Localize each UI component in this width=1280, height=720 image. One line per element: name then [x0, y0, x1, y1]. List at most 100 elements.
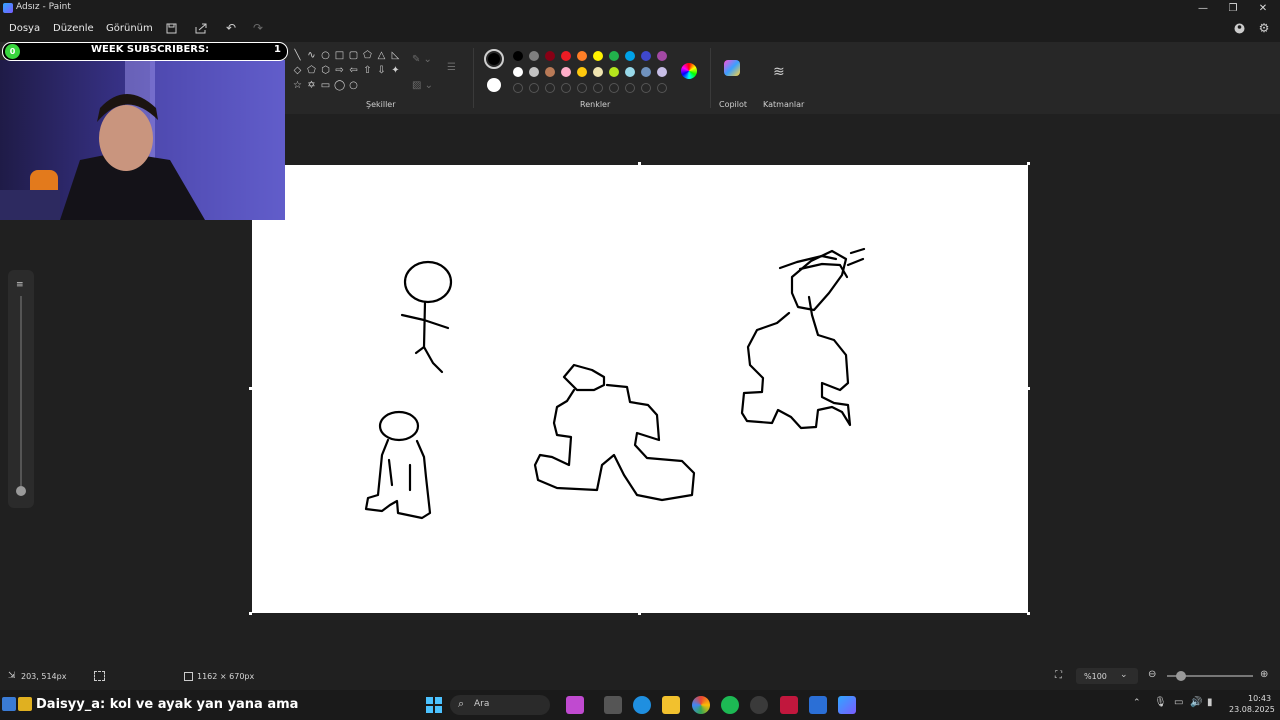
color-swatch[interactable]: [657, 51, 667, 61]
color-swatch[interactable]: [625, 67, 635, 77]
color-swatch[interactable]: [545, 67, 555, 77]
resize-handle-right[interactable]: [1027, 387, 1030, 390]
hexagon-shape-icon[interactable]: ⬡: [320, 65, 331, 76]
account-icon[interactable]: [1231, 20, 1247, 36]
file-explorer-icon[interactable]: [662, 696, 680, 714]
resize-handle-bottom-right[interactable]: [1027, 612, 1030, 615]
four-point-star-shape-icon[interactable]: ✦: [390, 65, 401, 76]
custom-color-slot[interactable]: [593, 83, 603, 93]
custom-color-slot[interactable]: [641, 83, 651, 93]
search-highlight-icon[interactable]: [566, 696, 584, 714]
brush-size-thumb[interactable]: [16, 486, 26, 496]
resize-handle-top[interactable]: [638, 162, 641, 165]
diamond-shape-icon[interactable]: ◇: [292, 65, 303, 76]
color-swatch[interactable]: [609, 67, 619, 77]
right-triangle-shape-icon[interactable]: ◺: [390, 50, 401, 61]
menu-view[interactable]: Görünüm: [106, 23, 153, 34]
battery-icon[interactable]: ▮: [1207, 697, 1213, 708]
custom-color-slot[interactable]: [545, 83, 555, 93]
copilot-label[interactable]: Copilot: [719, 100, 747, 109]
redo-icon[interactable]: ↷: [250, 20, 266, 36]
chrome-icon[interactable]: [692, 696, 710, 714]
custom-color-slot[interactable]: [513, 83, 523, 93]
curve-shape-icon[interactable]: ∿: [306, 50, 317, 61]
primary-color-selector[interactable]: [484, 49, 504, 69]
triangle-shape-icon[interactable]: △: [376, 50, 387, 61]
custom-color-slot[interactable]: [529, 83, 539, 93]
color-swatch[interactable]: [625, 51, 635, 61]
close-button[interactable]: ✕: [1248, 0, 1278, 16]
edge-browser-icon[interactable]: [633, 696, 651, 714]
menu-file[interactable]: Dosya: [9, 23, 40, 34]
menu-edit[interactable]: Düzenle: [53, 23, 94, 34]
outline-style-icon[interactable]: ✎ ⌄: [412, 54, 432, 65]
clock-time[interactable]: 10:43: [1248, 694, 1271, 703]
up-arrow-shape-icon[interactable]: ⇧: [362, 65, 373, 76]
callout-rect-shape-icon[interactable]: ▭: [320, 80, 331, 91]
minimize-button[interactable]: —: [1188, 0, 1218, 16]
rounded-rectangle-shape-icon[interactable]: ▢: [348, 50, 359, 61]
left-arrow-shape-icon[interactable]: ⇦: [348, 65, 359, 76]
color-swatch[interactable]: [641, 67, 651, 77]
color-swatch[interactable]: [577, 51, 587, 61]
custom-color-slot[interactable]: [561, 83, 571, 93]
color-swatch[interactable]: [513, 67, 523, 77]
line-shape-icon[interactable]: ╲: [292, 50, 303, 61]
color-swatch[interactable]: [529, 51, 539, 61]
fit-to-window-icon[interactable]: ⛶: [1055, 670, 1062, 681]
five-point-star-shape-icon[interactable]: ☆: [292, 80, 303, 91]
resize-handle-bottom-left[interactable]: [249, 612, 252, 615]
brush-size-track[interactable]: [20, 296, 22, 486]
settings-gear-icon[interactable]: ⚙: [1256, 20, 1272, 36]
color-swatch[interactable]: [513, 51, 523, 61]
pentagon-shape-icon[interactable]: ⬠: [306, 65, 317, 76]
color-swatch[interactable]: [593, 67, 603, 77]
resize-handle-top-right[interactable]: [1027, 162, 1030, 165]
oval-shape-icon[interactable]: ○: [320, 50, 331, 61]
network-icon[interactable]: ▭: [1174, 697, 1183, 708]
valorant-icon[interactable]: [780, 696, 798, 714]
layers-label[interactable]: Katmanlar: [763, 100, 804, 109]
color-swatch[interactable]: [657, 67, 667, 77]
zoom-in-icon[interactable]: ⊕: [1260, 669, 1268, 680]
six-point-star-shape-icon[interactable]: ✡: [306, 80, 317, 91]
tray-chevron-up-icon[interactable]: ⌃: [1133, 698, 1141, 708]
microsoft-store-icon[interactable]: [809, 696, 827, 714]
recording-app-icon[interactable]: [750, 696, 768, 714]
layers-icon[interactable]: ≋: [773, 64, 785, 80]
share-icon[interactable]: [193, 20, 209, 36]
clock-date[interactable]: 23.08.2025: [1229, 705, 1275, 714]
copilot-icon[interactable]: [724, 60, 740, 76]
color-swatch[interactable]: [577, 67, 587, 77]
maximize-button[interactable]: ❐: [1218, 0, 1248, 16]
undo-icon[interactable]: ↶: [223, 20, 239, 36]
color-swatch[interactable]: [593, 51, 603, 61]
custom-color-slot[interactable]: [577, 83, 587, 93]
secondary-color-selector[interactable]: [487, 78, 501, 92]
edit-colors-icon[interactable]: [681, 63, 697, 79]
custom-color-slot[interactable]: [609, 83, 619, 93]
callout-cloud-shape-icon[interactable]: ○: [348, 80, 359, 91]
resize-handle-bottom[interactable]: [638, 612, 641, 615]
color-swatch[interactable]: [561, 67, 571, 77]
zoom-out-icon[interactable]: ⊖: [1148, 669, 1156, 680]
down-arrow-shape-icon[interactable]: ⇩: [376, 65, 387, 76]
save-icon[interactable]: [163, 20, 179, 36]
right-arrow-shape-icon[interactable]: ⇨: [334, 65, 345, 76]
zoom-slider-thumb[interactable]: [1176, 671, 1186, 681]
rectangle-shape-icon[interactable]: □: [334, 50, 345, 61]
windows-start-icon[interactable]: [426, 697, 442, 713]
callout-oval-shape-icon[interactable]: ◯: [334, 80, 345, 91]
paint-taskbar-icon[interactable]: [838, 696, 856, 714]
color-swatch[interactable]: [545, 51, 555, 61]
task-view-icon[interactable]: [604, 696, 622, 714]
color-swatch[interactable]: [641, 51, 651, 61]
volume-icon[interactable]: 🔊: [1190, 697, 1202, 708]
color-swatch[interactable]: [609, 51, 619, 61]
color-swatch[interactable]: [529, 67, 539, 77]
spotify-icon[interactable]: [721, 696, 739, 714]
drawing-canvas[interactable]: [252, 165, 1028, 613]
microphone-icon[interactable]: 🎙: [1154, 697, 1167, 708]
custom-color-slot[interactable]: [625, 83, 635, 93]
polygon-shape-icon[interactable]: ⬠: [362, 50, 373, 61]
